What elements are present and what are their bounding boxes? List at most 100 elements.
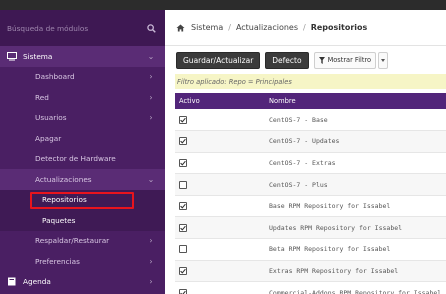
active-cell [175,195,265,218]
table-row[interactable]: CentOS-7 - Extras [175,152,446,175]
chevron-down-icon: ⌄ [147,51,155,61]
filter-icon [318,56,325,64]
search-icon[interactable] [147,23,156,33]
repositories-table: Activo Nombre CentOS-7 - Base CentOS-7 - … [175,93,446,294]
search-input[interactable]: Búsqueda de módulos [7,24,88,33]
active-cell [175,173,265,196]
show-filter-button[interactable]: Mostrar Filtro [313,51,377,69]
table-row[interactable]: CentOS-7 - Plus [175,173,446,196]
active-checkbox-checked[interactable] [179,223,187,232]
sidebar-nav: Sistema ⌄ Dashboard › Red › Usuarios › A… [0,46,165,292]
column-header-activo[interactable]: Activo [175,93,265,109]
active-cell [175,216,265,240]
toolbar: Guardar/Actualizar Defecto Mostrar Filtr… [165,46,446,74]
sidebar-item-apagar[interactable]: Apagar [0,128,165,149]
chevron-down-icon: ⌄ [147,174,155,184]
active-checkbox-checked[interactable] [179,266,187,275]
sidebar-topbar [0,0,165,10]
active-cell [175,152,265,175]
breadcrumb-current: Repositorios [310,23,368,32]
active-checkbox-checked[interactable] [179,137,187,146]
applied-filter-note: Filtro aplicado: Repo = Principales [175,74,446,89]
save-update-button[interactable]: Guardar/Actualizar [176,51,261,69]
repository-name: Updates RPM Repository for Issabel [265,216,446,240]
sidebar-item-actualizaciones[interactable]: Actualizaciones ⌄ [0,169,165,190]
table-row[interactable]: Beta RPM Repository for Issabel [175,238,446,261]
breadcrumb-sistema[interactable]: Sistema [191,23,223,32]
sidebar-item-sistema[interactable]: Sistema ⌄ [0,46,165,67]
active-checkbox-checked[interactable] [179,202,187,211]
default-button[interactable]: Defecto [265,51,309,69]
sidebar-item-dashboard[interactable]: Dashboard › [0,67,165,88]
sidebar-item-usuarios[interactable]: Usuarios › [0,108,165,129]
breadcrumb-separator: / [228,23,231,32]
table-header-row: Activo Nombre [175,93,446,109]
sidebar-item-repositorios[interactable]: Repositorios [0,189,165,210]
breadcrumb: Sistema / Actualizaciones / Repositorios [165,10,446,46]
breadcrumb-separator: / [303,23,306,32]
sidebar-item-label: Paquetes [42,215,76,225]
sidebar-item-label: Agenda [23,277,51,287]
table-body: CentOS-7 - Base CentOS-7 - Updates CentOS-… [175,109,446,294]
column-header-nombre[interactable]: Nombre [265,93,446,109]
show-filter-label: Mostrar Filtro [327,56,372,64]
chevron-right-icon: › [149,92,153,102]
chevron-right-icon: › [149,72,153,82]
sidebar-item-label: Usuarios [35,113,67,123]
module-search[interactable]: Búsqueda de módulos [0,10,165,46]
table-row[interactable]: Commercial-Addons RPM Repository for Iss… [175,281,446,294]
repository-name: CentOS-7 - Base [265,109,446,132]
sidebar-item-preferencias[interactable]: Preferencias › [0,251,165,272]
sidebar-item-label: Detector de Hardware [35,154,116,164]
active-cell [175,130,265,153]
repository-name: Commercial-Addons RPM Repository for Iss… [265,281,446,294]
breadcrumb-actualizaciones[interactable]: Actualizaciones [236,23,298,32]
table-row[interactable]: Updates RPM Repository for Issabel [175,216,446,240]
table-row[interactable]: CentOS-7 - Base [175,109,446,132]
active-cell [175,109,265,132]
active-cell [175,281,265,294]
chevron-right-icon: › [149,277,153,287]
repository-name: CentOS-7 - Extras [265,152,446,175]
book-icon [8,277,16,286]
active-cell [175,238,265,261]
sidebar-item-detector-hardware[interactable]: Detector de Hardware [0,149,165,170]
sidebar-item-agenda[interactable]: Agenda › [0,272,165,293]
caret-down-icon [381,58,386,62]
checkmark-icon [180,225,186,231]
table-row[interactable]: Extras RPM Repository for Issabel [175,260,446,283]
sidebar-item-paquetes[interactable]: Paquetes [0,210,165,231]
filter-dropdown-toggle[interactable] [378,51,389,69]
sidebar-item-red[interactable]: Red › [0,87,165,108]
sidebar-item-label: Sistema [23,51,53,61]
active-checkbox-unchecked[interactable] [179,180,187,189]
checkmark-icon [180,204,186,209]
repository-name: Extras RPM Repository for Issabel [265,260,446,283]
active-checkbox-checked[interactable] [179,115,187,124]
monitor-icon [7,51,17,61]
repository-name: CentOS-7 - Updates [265,130,446,153]
sidebar-item-label: Red [35,92,49,102]
repository-name: Beta RPM Repository for Issabel [265,238,446,261]
sidebar-item-label: Apagar [35,133,62,143]
repository-name: Base RPM Repository for Issabel [265,195,446,218]
chevron-right-icon: › [149,236,153,246]
active-checkbox-checked[interactable] [179,158,187,167]
checkmark-icon [180,117,186,123]
checkmark-icon [180,160,186,166]
sidebar-item-label: Respaldar/Restaurar [35,236,110,246]
sidebar-item-label: Dashboard [35,72,75,82]
table-row[interactable]: Base RPM Repository for Issabel [175,195,446,218]
checkmark-icon [180,268,186,274]
active-cell [175,260,265,283]
active-checkbox-unchecked[interactable] [179,245,187,254]
checkmark-icon [180,139,186,144]
sidebar: Búsqueda de módulos Sistema ⌄ Dashboard … [0,0,165,294]
sidebar-item-label: Preferencias [35,256,80,266]
active-checkbox-checked[interactable] [179,288,187,294]
table-row[interactable]: CentOS-7 - Updates [175,130,446,153]
sidebar-item-respaldar[interactable]: Respaldar/Restaurar › [0,231,165,252]
home-icon[interactable] [176,23,185,32]
sidebar-item-label: Actualizaciones [35,174,92,184]
top-bar [165,0,446,10]
